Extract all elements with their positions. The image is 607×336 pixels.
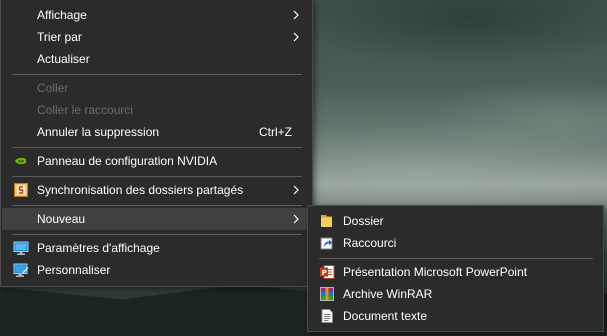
menu-item-label: Nouveau [37, 212, 86, 226]
display-settings-icon [13, 240, 29, 256]
menu-item-label: Panneau de configuration NVIDIA [37, 154, 218, 168]
svg-text:P: P [322, 269, 327, 277]
menu-item-annuler-la-suppression[interactable]: Annuler la suppression Ctrl+Z [2, 121, 311, 143]
submenu-item-presentation-powerpoint[interactable]: P Présentation Microsoft PowerPoint [309, 261, 602, 283]
menu-separator [319, 258, 593, 259]
submenu-item-raccourci[interactable]: Raccourci [309, 232, 602, 254]
menu-separator [12, 205, 302, 206]
menu-separator [12, 147, 302, 148]
menu-item-coller-le-raccourci: Coller le raccourci [2, 99, 311, 121]
menu-item-shortcut: Ctrl+Z [259, 125, 292, 139]
menu-item-coller: Coller [2, 77, 311, 99]
menu-item-label: Trier par [37, 30, 82, 44]
submenu-item-dossier[interactable]: Dossier [309, 210, 602, 232]
shortcut-icon [319, 235, 335, 251]
menu-item-label: Annuler la suppression [37, 125, 160, 139]
menu-item-label: Document texte [343, 309, 428, 323]
submenu-item-archive-winrar[interactable]: Archive WinRAR [309, 283, 602, 305]
menu-separator [12, 74, 302, 75]
menu-item-label: Affichage [37, 8, 87, 22]
nvidia-icon [13, 153, 29, 169]
menu-item-personnaliser[interactable]: Personnaliser [2, 259, 311, 281]
menu-item-label: Présentation Microsoft PowerPoint [343, 265, 528, 279]
chevron-right-icon [293, 32, 299, 42]
menu-separator [12, 176, 302, 177]
menu-item-label: Dossier [343, 214, 384, 228]
menu-separator [12, 234, 302, 235]
personalize-icon [13, 262, 29, 278]
menu-item-label: Personnaliser [37, 263, 111, 277]
submenu-nouveau: Dossier Raccourci P Présentation Microso… [307, 205, 604, 332]
winrar-icon [319, 286, 335, 302]
menu-item-trier-par[interactable]: Trier par [2, 26, 311, 48]
chevron-right-icon [293, 10, 299, 20]
menu-item-label: Coller [37, 81, 69, 95]
menu-item-parametres-affichage[interactable]: Paramètres d'affichage [2, 237, 311, 259]
chevron-right-icon [293, 214, 299, 224]
menu-item-panneau-nvidia[interactable]: Panneau de configuration NVIDIA [2, 150, 311, 172]
desktop-context-menu: Affichage Trier par Actualiser Coller Co… [0, 0, 313, 287]
powerpoint-icon: P [319, 264, 335, 280]
menu-item-label: Coller le raccourci [37, 103, 134, 117]
menu-item-label: Synchronisation des dossiers partagés [37, 183, 244, 197]
menu-item-affichage[interactable]: Affichage [2, 4, 311, 26]
menu-item-label: Paramètres d'affichage [37, 241, 160, 255]
menu-item-label: Archive WinRAR [343, 287, 433, 301]
sync-folder-icon [13, 182, 29, 198]
folder-icon [319, 213, 335, 229]
menu-item-label: Actualiser [37, 52, 90, 66]
menu-item-label: Raccourci [343, 236, 397, 250]
text-document-icon [319, 308, 335, 324]
submenu-item-document-texte[interactable]: Document texte [309, 305, 602, 327]
chevron-right-icon [293, 185, 299, 195]
menu-item-synchronisation-dossiers[interactable]: Synchronisation des dossiers partagés [2, 179, 311, 201]
menu-item-nouveau[interactable]: Nouveau [2, 208, 311, 230]
menu-item-actualiser[interactable]: Actualiser [2, 48, 311, 70]
